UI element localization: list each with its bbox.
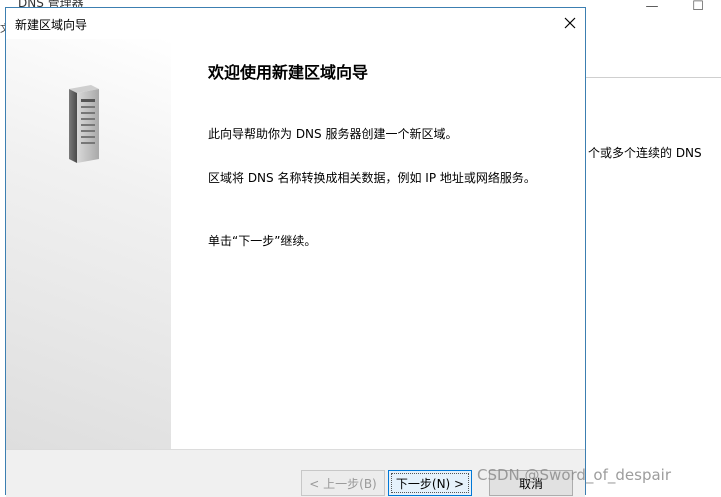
wizard-intro-text: 此向导帮助你为 DNS 服务器创建一个新区域。	[208, 127, 458, 141]
minimize-button[interactable]: —	[629, 0, 675, 16]
watermark: CSDN @Sword_of_despair	[477, 466, 671, 484]
dns-description-text: 个或多个连续的 DNS	[588, 146, 702, 160]
close-icon	[564, 17, 576, 29]
close-button[interactable]	[555, 8, 585, 38]
maximize-button[interactable]: ☐	[675, 0, 721, 16]
zone-description-text: 区域将 DNS 名称转换成相关数据，例如 IP 地址或网络服务。	[208, 171, 536, 185]
next-button[interactable]: 下一步(N) >	[388, 470, 472, 496]
wizard-content: 欢迎使用新建区域向导 此向导帮助你为 DNS 服务器创建一个新区域。 区域将 D…	[171, 39, 585, 449]
dialog-title: 新建区域向导	[15, 18, 88, 32]
wizard-side-panel	[6, 39, 171, 449]
new-zone-wizard-dialog: 新建区域向导 欢迎使用新建区域向导 此向导帮助你为 DNS 服务器创建一个新区域…	[5, 7, 586, 497]
back-button[interactable]: < 上一步(B)	[301, 470, 385, 496]
next-button-label: 下一步(N) >	[395, 476, 465, 491]
dialog-title-bar[interactable]: 新建区域向导	[6, 8, 585, 38]
continue-instruction-text: 单击“下一步”继续。	[208, 234, 317, 248]
server-icon	[69, 85, 99, 163]
wizard-heading: 欢迎使用新建区域向导	[208, 63, 369, 82]
window-controls: — ☐	[629, 0, 721, 16]
header-divider	[586, 77, 721, 78]
